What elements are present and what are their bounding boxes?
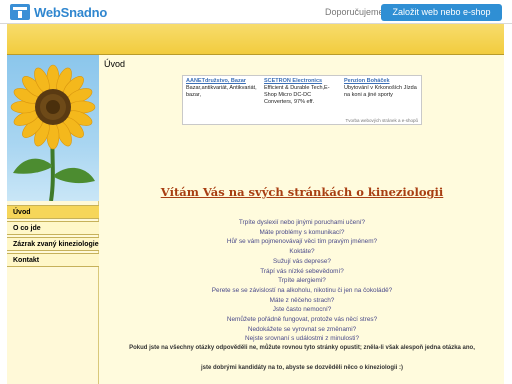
sunflower-image xyxy=(7,55,99,201)
question-line: Nedokážete se vyrovnat se změnami? xyxy=(247,325,357,333)
sidebar-item-kontakt[interactable]: Kontakt xyxy=(7,253,99,267)
recommend-link[interactable]: Doporučujeme xyxy=(325,7,384,17)
sidebar-item-zazrak[interactable]: Zázrak zvaný kineziologie xyxy=(7,237,99,251)
websnadno-logo-icon xyxy=(10,4,30,20)
ad-item[interactable]: AANETdružstvo, Bazar Bazar,antikvariát, … xyxy=(186,78,260,99)
ads-footer-link[interactable]: Tvorba webových stránek a e-shopů xyxy=(345,118,418,123)
question-line: Hůř se vám pojmenovávají věci tím pravým… xyxy=(226,238,378,246)
ad-text: Ubytování v Krkonoších Jízda na koni a j… xyxy=(344,85,417,98)
ad-text: Bazar,antikvariát, Antikvariát, bazar, xyxy=(186,85,257,98)
ad-item[interactable]: SCETRON Electronics Efficient & Durable … xyxy=(264,78,340,106)
page-title: Úvod xyxy=(104,59,126,69)
question-list: Trpíte dyslexií nebo jinými poruchami uč… xyxy=(100,218,504,344)
ad-box: AANETdružstvo, Bazar Bazar,antikvariát, … xyxy=(182,75,422,125)
question-line: Koktáte? xyxy=(289,248,315,256)
sidebar-nav: Úvod O co jde Zázrak zvaný kineziologie … xyxy=(7,205,99,269)
ad-title[interactable]: AANETdružstvo, Bazar xyxy=(186,78,260,85)
question-line: Máte z něčeho strach? xyxy=(269,296,335,304)
question-line: Jste často nemocní? xyxy=(272,306,332,314)
question-line: Sužují vás deprese? xyxy=(273,257,331,265)
closing-line-1: Pokud jste na všechny otázky odpověděli … xyxy=(129,345,475,351)
sidebar-item-uvod[interactable]: Úvod xyxy=(7,205,99,219)
ad-title[interactable]: SCETRON Electronics xyxy=(264,78,340,85)
question-line: Trpíte dyslexií nebo jinými poruchami uč… xyxy=(238,219,366,226)
question-line: Nejste srovnaní s událostmi z minulosti? xyxy=(244,335,359,343)
left-column: Úvod O co jde Zázrak zvaný kineziologie … xyxy=(7,55,99,384)
top-bar: WebSnadno Doporučujeme Založit web nebo … xyxy=(0,0,512,24)
create-web-button[interactable]: Založit web nebo e-shop xyxy=(381,4,502,21)
question-line: Nemůžete pořádně fungovat, protože vás n… xyxy=(226,316,378,324)
ad-title[interactable]: Penzion Boháček xyxy=(344,78,420,85)
closing-text: Pokud jste na všechny otázky odpověděli … xyxy=(100,344,504,373)
sidebar-item-o-co-jde[interactable]: O co jde xyxy=(7,221,99,235)
header-band xyxy=(7,24,504,54)
closing-line-2: jste dobrými kandidáty na to, abyste se … xyxy=(200,365,404,371)
sunflower-graphic xyxy=(10,64,96,201)
question-line: Perete se se závislostí na alkoholu, nik… xyxy=(211,286,393,294)
question-line: Trápí vás nízké sebevědomí? xyxy=(260,267,344,275)
main-content: Úvod AANETdružstvo, Bazar Bazar,antikvar… xyxy=(100,55,504,384)
ad-text: Efficient & Durable Tech,E-Shop Micro DC… xyxy=(264,85,330,105)
ad-item[interactable]: Penzion Boháček Ubytování v Krkonoších J… xyxy=(344,78,420,99)
page-frame: Úvod O co jde Zázrak zvaný kineziologie … xyxy=(7,24,504,384)
question-line: Máte problémy s komunikací? xyxy=(259,228,345,236)
logo-text: WebSnadno xyxy=(34,4,108,20)
websnadno-logo[interactable]: WebSnadno xyxy=(10,4,107,20)
welcome-heading: Vítám Vás na svých stránkách o kineziolo… xyxy=(160,185,444,199)
question-line: Trpíte alergiemi? xyxy=(278,277,326,285)
